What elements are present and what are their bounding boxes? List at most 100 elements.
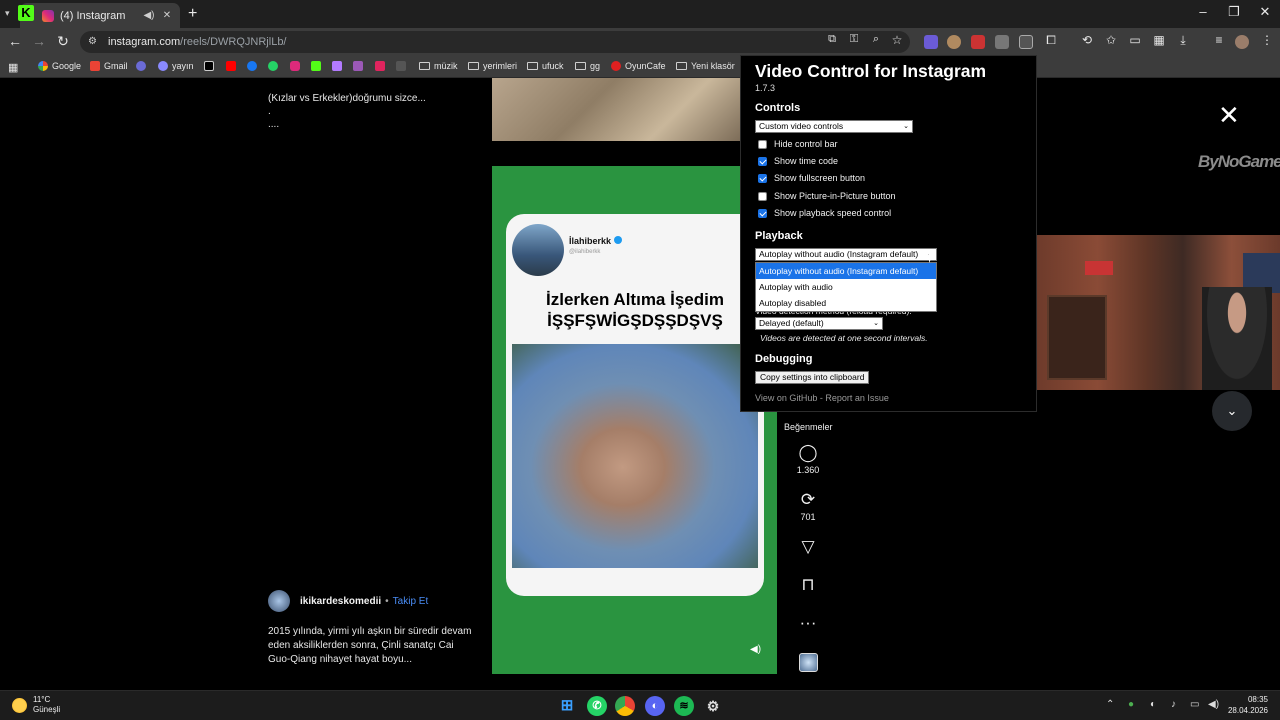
github-link[interactable]: View on GitHub [755, 393, 817, 403]
maximize-icon[interactable]: ❐ [1219, 4, 1249, 20]
zoom-icon[interactable]: ⌕ [867, 33, 885, 46]
clock[interactable]: 08:35 28.04.2026 [1222, 694, 1268, 716]
history-icon[interactable]: ⟲ [1078, 33, 1096, 47]
downloads-icon[interactable]: ⤓ [1174, 33, 1192, 48]
bookmark-twitch[interactable] [332, 61, 346, 71]
checkbox-show-time-code[interactable]: Show time code [758, 156, 838, 166]
password-key-icon[interactable]: ⚿ [845, 33, 863, 46]
video-control-extension-icon[interactable] [1019, 35, 1033, 49]
checkbox-box[interactable] [758, 173, 767, 183]
checkbox-show-fullscreen[interactable]: Show fullscreen button [758, 173, 865, 183]
bookmark-folder-yeni[interactable]: Yeni klasör [676, 61, 735, 71]
profile-avatar-icon[interactable] [1235, 35, 1249, 49]
speaker-icon[interactable]: ◀) [142, 10, 156, 21]
dropdown-option[interactable]: Autoplay disabled [756, 295, 936, 311]
bookmark-star-icon[interactable]: ☆ [888, 33, 906, 47]
creator-avatar[interactable] [268, 590, 290, 612]
bookmark-x[interactable] [204, 61, 218, 71]
close-icon[interactable]: ✕ [1218, 100, 1240, 131]
bookmark-folder-muzik[interactable]: müzik [419, 61, 458, 71]
dropdown-option[interactable]: Autoplay with audio [756, 279, 936, 295]
bookmark-oyuncafe[interactable]: OyunCafe [611, 61, 666, 71]
checkbox-box[interactable] [758, 139, 767, 149]
minimize-icon[interactable]: – [1188, 4, 1218, 19]
bookmark-gmail[interactable]: Gmail [90, 61, 128, 71]
bookmark-google[interactable]: Google [38, 61, 81, 71]
whatsapp-taskbar-icon[interactable]: ✆ [587, 696, 607, 716]
reload-icon[interactable]: ↻ [54, 33, 72, 50]
tray-overflow-icon[interactable]: ⌃ [1106, 699, 1114, 710]
speaker-mute-icon[interactable]: ◀) [750, 644, 761, 655]
checkbox-box[interactable] [758, 191, 767, 201]
favorites-icon[interactable]: ✩ [1102, 33, 1120, 47]
next-reel-button[interactable]: ⌄ [1212, 391, 1252, 431]
bookmark-red[interactable] [375, 61, 389, 71]
windows-start-icon[interactable]: ⊞ [557, 696, 577, 716]
browser-menu-icon[interactable]: ⋮ [1258, 33, 1276, 47]
bookmark-folder-gg[interactable]: gg [575, 61, 600, 71]
extension-tool-icon[interactable] [995, 35, 1009, 49]
checkbox-box[interactable] [758, 208, 767, 218]
tab-search-icon[interactable]: ▾ [5, 8, 10, 19]
tab-groups-icon[interactable]: ▭ [1126, 33, 1144, 47]
extension-badge-icon[interactable] [971, 35, 985, 49]
copy-settings-button[interactable]: Copy settings into clipboard [755, 371, 870, 384]
share-button[interactable]: ▽ [784, 538, 832, 556]
controls-select[interactable]: Custom video controls ⌄ [755, 120, 913, 133]
address-bar[interactable]: ⚙ instagram.com/reels/DWRQJNRjlLb/ [80, 31, 910, 53]
previous-reel-video[interactable] [492, 78, 742, 141]
audio-thumbnail[interactable] [799, 653, 818, 672]
apps-grid-icon[interactable]: ▦ [8, 61, 18, 74]
bookmark-kick[interactable] [311, 61, 325, 71]
checkbox-hide-control-bar[interactable]: Hide control bar [758, 139, 838, 149]
new-tab-button[interactable]: + [188, 5, 197, 23]
weather-widget[interactable]: 11°C Güneşli [12, 695, 60, 715]
repost-button[interactable]: ⟳ 701 [784, 491, 832, 523]
bookmark-yayin[interactable]: yayın [158, 61, 194, 71]
split-view-icon[interactable]: ▦ [1150, 33, 1168, 47]
playback-select[interactable]: Autoplay without audio (Instagram defaul… [755, 248, 937, 261]
bookmark-youtube[interactable] [226, 61, 240, 71]
forward-icon[interactable]: → [30, 33, 48, 49]
bookmark-instagram[interactable] [290, 61, 304, 71]
volume-icon[interactable]: ◀) [1208, 699, 1219, 710]
tray-app-icon[interactable]: ● [1128, 699, 1134, 710]
bookmark-folder-ufuck[interactable]: ufuck [527, 61, 564, 71]
spotify-taskbar-icon[interactable]: ≋ [674, 696, 694, 716]
reel-video[interactable]: İlahiberkk @ilahiberkk İzlerken Altıma İ… [492, 166, 777, 674]
save-button[interactable]: ⊓ [784, 576, 832, 594]
discord-taskbar-icon[interactable]: ◐ [645, 696, 665, 716]
extensions-puzzle-icon[interactable]: ⧠ [1042, 33, 1060, 48]
bookmark-dots[interactable] [396, 61, 410, 71]
bookmark-folder-yerimleri[interactable]: yerimleri [468, 61, 517, 71]
close-window-icon[interactable]: ✕ [1250, 4, 1280, 20]
likes-label-item[interactable]: Beğenmeler [784, 419, 833, 432]
checkbox-show-pip[interactable]: Show Picture-in-Picture button [758, 191, 896, 201]
dropdown-option[interactable]: Autoplay without audio (Instagram defaul… [756, 263, 936, 279]
steam-taskbar-icon[interactable]: ⚙ [703, 696, 723, 716]
extension-avatar-icon[interactable] [947, 35, 961, 49]
creator-name[interactable]: ikikardeskomedii [300, 596, 381, 607]
follow-button[interactable]: Takip Et [393, 596, 429, 607]
network-icon[interactable]: ▭ [1190, 699, 1199, 710]
checkbox-box[interactable] [758, 156, 767, 166]
bookmark-app[interactable] [353, 61, 367, 71]
microphone-icon[interactable]: ♪ [1171, 699, 1176, 710]
bookmark-whatsapp[interactable] [268, 61, 282, 71]
more-options-button[interactable]: ··· [784, 614, 832, 632]
tray-discord-icon[interactable]: ◐ [1150, 699, 1156, 710]
back-icon[interactable]: ← [6, 33, 24, 49]
report-issue-link[interactable]: Report an Issue [825, 393, 889, 403]
chrome-taskbar-icon[interactable] [615, 696, 635, 716]
browser-tab[interactable]: (4) Instagram ◀) ✕ [20, 3, 180, 28]
site-settings-icon[interactable]: ⚙ [88, 36, 100, 48]
comment-button[interactable]: ◯ 1.360 [784, 444, 832, 476]
checkbox-show-speed[interactable]: Show playback speed control [758, 208, 891, 218]
bookmark-perplexity[interactable] [136, 61, 150, 71]
bookmark-facebook[interactable] [247, 61, 261, 71]
media-controls-icon[interactable]: ≡ [1210, 33, 1228, 47]
close-tab-icon[interactable]: ✕ [160, 10, 174, 21]
cast-icon[interactable]: ⧉ [823, 33, 841, 46]
detection-select[interactable]: Delayed (default) ⌄ [755, 317, 883, 330]
extension-twitch-icon[interactable] [924, 35, 938, 49]
